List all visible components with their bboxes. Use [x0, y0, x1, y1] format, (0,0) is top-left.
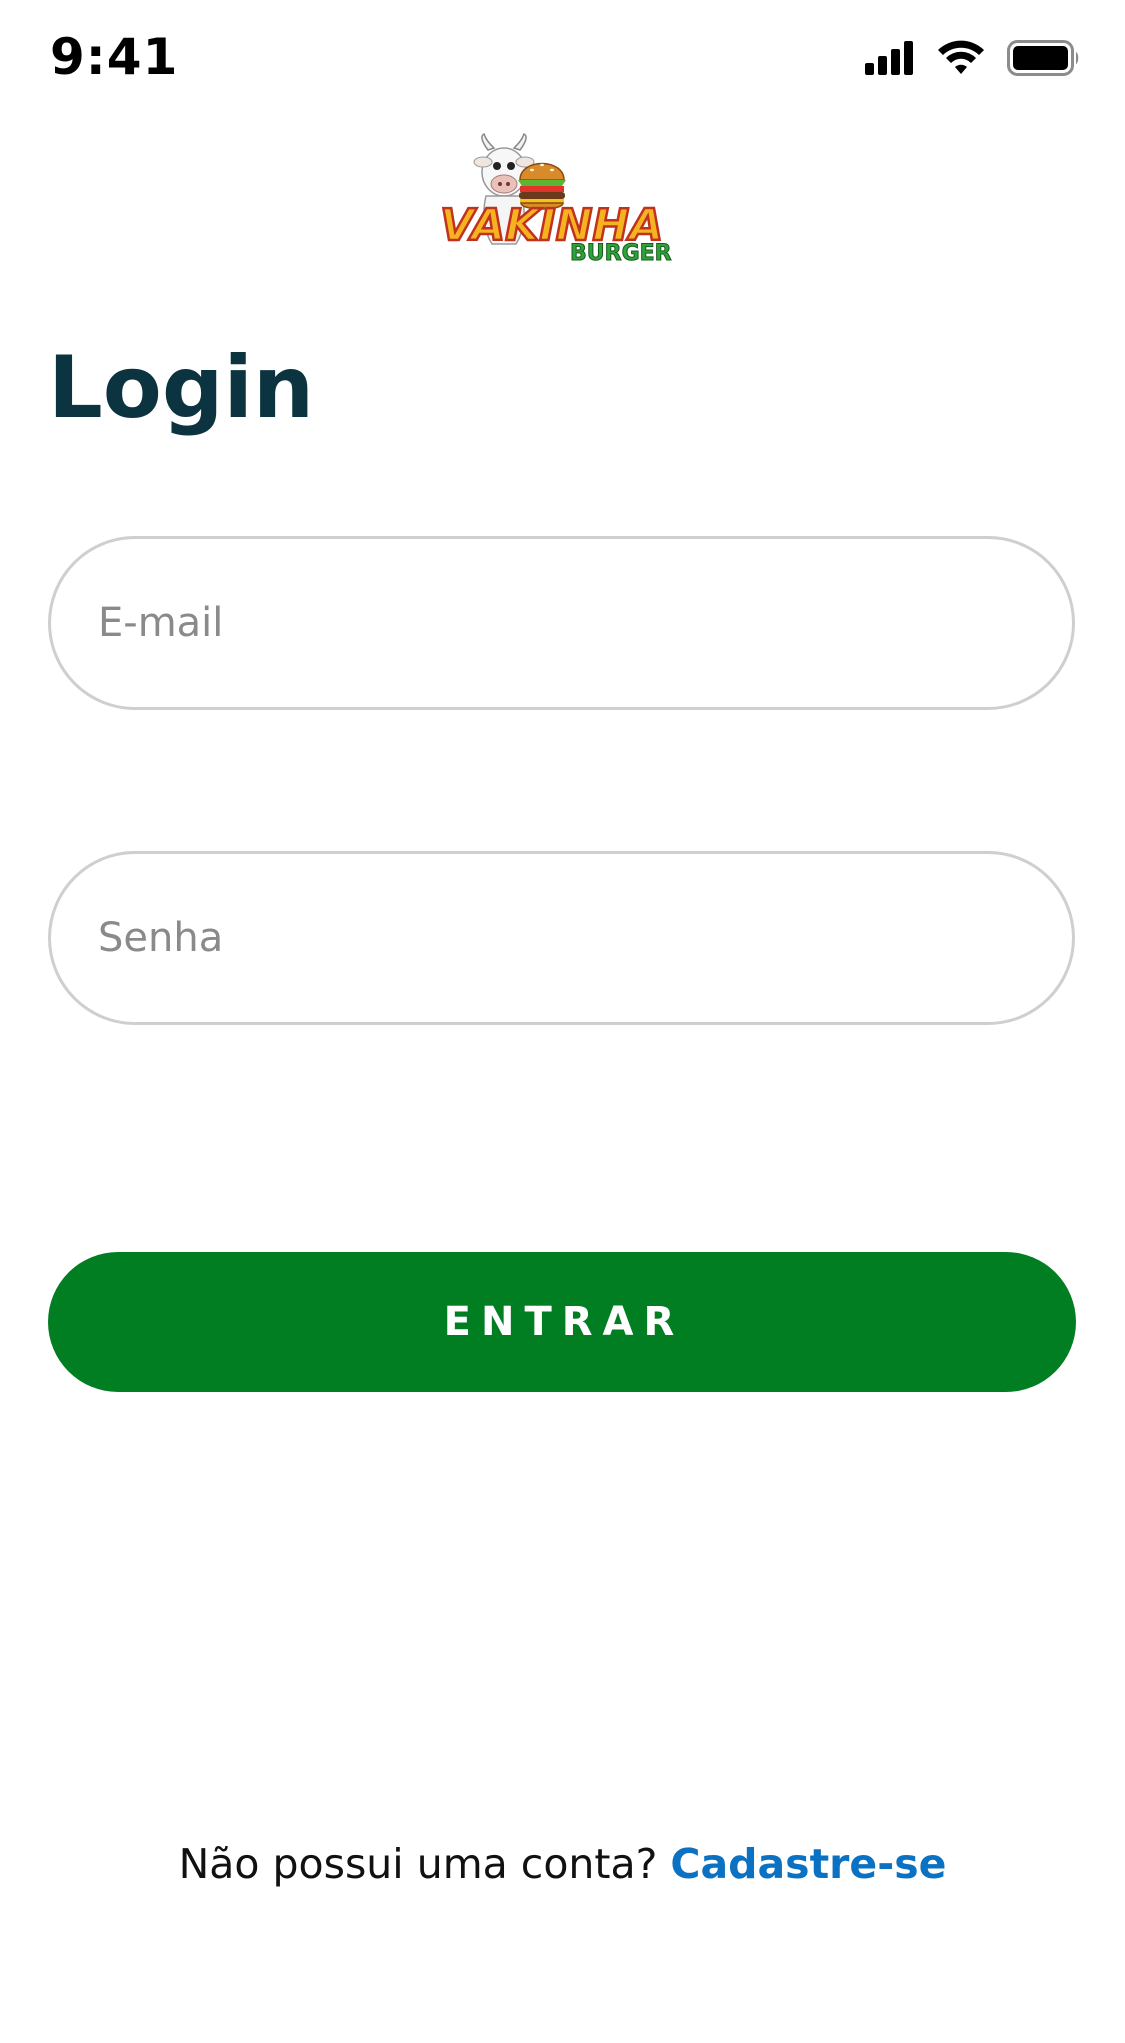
- logo-wordmark-sub: BURGER: [570, 241, 672, 266]
- battery-icon: [1007, 40, 1081, 76]
- login-screen: 9:41 VAKINHA BURGER Login E-mail ENTRAR …: [0, 0, 1125, 2043]
- wifi-icon: [937, 40, 985, 76]
- login-button-label: ENTRAR: [443, 1299, 685, 1345]
- password-input[interactable]: [96, 914, 1072, 962]
- brand-logo: VAKINHA BURGER: [436, 132, 686, 272]
- email-field[interactable]: [48, 536, 1075, 710]
- login-button[interactable]: ENTRAR: [48, 1252, 1076, 1392]
- signup-prompt: Não possui uma conta?: [178, 1840, 671, 1888]
- status-time: 9:41: [50, 28, 179, 86]
- password-field[interactable]: [48, 851, 1075, 1025]
- status-bar: 9:41: [0, 0, 1125, 120]
- cellular-signal-icon: [865, 41, 915, 75]
- status-icons: [865, 40, 1081, 76]
- signup-link[interactable]: Cadastre-se: [670, 1840, 946, 1888]
- signup-row: Não possui uma conta? Cadastre-se: [0, 1840, 1125, 1888]
- email-input[interactable]: [96, 599, 1072, 647]
- page-title: Login: [48, 338, 315, 438]
